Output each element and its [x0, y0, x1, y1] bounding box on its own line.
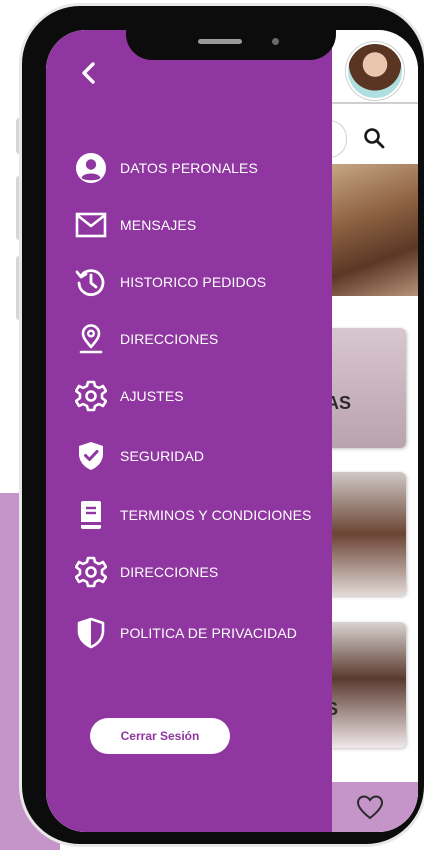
chevron-left-icon[interactable]: [76, 60, 102, 86]
phone-notch: [126, 30, 336, 60]
menu-item-label: DIRECCIONES: [120, 331, 219, 347]
menu-item-label: DIRECCIONES: [120, 564, 219, 580]
phone-screen: AS S DATOS PERONALES MENSAJES HISTORICO …: [46, 30, 418, 832]
bottom-nav-bar: [326, 782, 418, 832]
menu-item-ajustes[interactable]: AJUSTES: [74, 376, 324, 416]
menu-item-label: TERMINOS Y CONDICIONES: [120, 507, 312, 523]
product-card[interactable]: S: [326, 622, 406, 748]
hero-image: [326, 164, 418, 296]
menu-item-direcciones-2[interactable]: DIRECCIONES: [74, 552, 324, 592]
avatar[interactable]: [346, 42, 404, 100]
shield-check-icon: [74, 439, 108, 473]
user-circle-icon: [74, 151, 108, 185]
gear-icon: [74, 555, 108, 589]
shield-half-icon: [74, 616, 108, 650]
gear-icon: [74, 379, 108, 413]
menu-item-terminos-y-condiciones[interactable]: TERMINOS Y CONDICIONES: [74, 495, 324, 535]
envelope-icon: [74, 208, 108, 242]
side-drawer: DATOS PERONALES MENSAJES HISTORICO PEDID…: [46, 30, 332, 832]
menu-item-politica-de-privacidad[interactable]: POLITICA DE PRIVACIDAD: [74, 613, 324, 653]
menu-item-historico-pedidos[interactable]: HISTORICO PEDIDOS: [74, 262, 324, 302]
front-camera: [272, 38, 279, 45]
menu-item-label: POLITICA DE PRIVACIDAD: [120, 625, 297, 641]
menu-item-label: MENSAJES: [120, 217, 197, 233]
menu-item-seguridad[interactable]: SEGURIDAD: [74, 436, 324, 476]
menu-item-label: HISTORICO PEDIDOS: [120, 274, 267, 290]
menu-item-label: DATOS PERONALES: [120, 160, 258, 176]
menu-item-label: AJUSTES: [120, 388, 184, 404]
product-card[interactable]: AS: [326, 328, 406, 448]
location-pin-icon: [74, 322, 108, 356]
menu-item-datos-personales[interactable]: DATOS PERONALES: [74, 148, 324, 188]
search-icon[interactable]: [362, 126, 386, 150]
menu-item-direcciones[interactable]: DIRECCIONES: [74, 319, 324, 359]
book-icon: [74, 498, 108, 532]
speaker-grille: [198, 39, 242, 44]
history-icon: [74, 265, 108, 299]
logout-button[interactable]: Cerrar Sesión: [90, 718, 230, 754]
header-divider: [326, 102, 418, 104]
heart-icon[interactable]: [356, 794, 384, 820]
menu-item-label: SEGURIDAD: [120, 448, 205, 464]
menu-item-mensajes[interactable]: MENSAJES: [74, 205, 324, 245]
product-card[interactable]: [326, 472, 406, 596]
